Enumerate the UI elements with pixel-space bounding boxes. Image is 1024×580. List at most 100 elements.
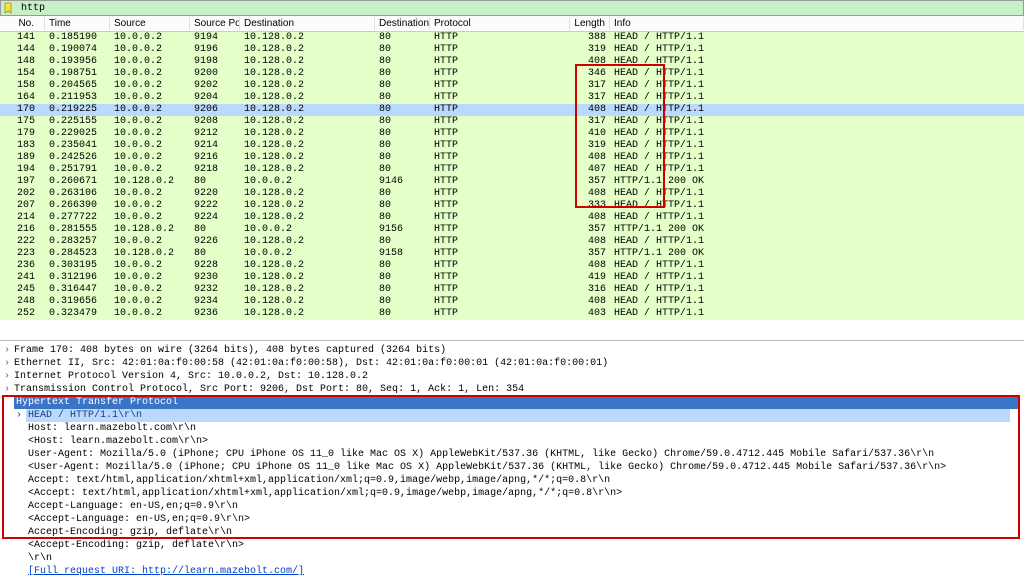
cell-proto: HTTP <box>430 248 570 260</box>
packet-row[interactable]: 1440.19007410.0.0.2919610.128.0.280HTTP3… <box>0 44 1024 56</box>
tree-http[interactable]: ⌄Hypertext Transfer Protocol <box>4 396 1020 409</box>
cell-dst: 10.128.0.2 <box>240 152 375 164</box>
col-proto[interactable]: Protocol <box>430 17 570 30</box>
cell-info: HEAD / HTTP/1.1 <box>610 104 1024 116</box>
col-no[interactable]: No. <box>0 17 45 30</box>
cell-sport: 9230 <box>190 272 240 284</box>
packet-row[interactable]: 1940.25179110.0.0.2921810.128.0.280HTTP4… <box>0 164 1024 176</box>
cell-sport: 80 <box>190 176 240 188</box>
packet-details-pane[interactable]: ›Frame 170: 408 bytes on wire (3264 bits… <box>0 342 1024 580</box>
cell-dst: 10.0.0.2 <box>240 176 375 188</box>
packet-row[interactable]: 1830.23504110.0.0.2921410.128.0.280HTTP3… <box>0 140 1024 152</box>
packet-row[interactable]: 2360.30319510.0.0.2922810.128.0.280HTTP4… <box>0 260 1024 272</box>
cell-info: HEAD / HTTP/1.1 <box>610 308 1024 320</box>
cell-dst: 10.128.0.2 <box>240 200 375 212</box>
packet-row[interactable]: 2520.32347910.0.0.2923610.128.0.280HTTP4… <box>0 308 1024 320</box>
packet-row[interactable]: 1750.22515510.0.0.2920810.128.0.280HTTP3… <box>0 116 1024 128</box>
cell-len: 408 <box>570 236 610 248</box>
cell-time: 0.198751 <box>45 68 110 80</box>
cell-dst: 10.128.0.2 <box>240 188 375 200</box>
packet-row[interactable]: 1790.22902510.0.0.2921210.128.0.280HTTP4… <box>0 128 1024 140</box>
packet-row[interactable]: 1410.18519010.0.0.2919410.128.0.280HTTP3… <box>0 32 1024 44</box>
packet-row[interactable]: 1700.21922510.0.0.2920610.128.0.280HTTP4… <box>0 104 1024 116</box>
cell-src: 10.0.0.2 <box>110 44 190 56</box>
cell-no: 197 <box>0 176 45 188</box>
packet-row[interactable]: 1640.21195310.0.0.2920410.128.0.280HTTP3… <box>0 92 1024 104</box>
cell-info: HEAD / HTTP/1.1 <box>610 296 1024 308</box>
display-filter-input[interactable] <box>19 2 1021 15</box>
cell-time: 0.235041 <box>45 140 110 152</box>
packet-row[interactable]: 1890.24252610.0.0.2921610.128.0.280HTTP4… <box>0 152 1024 164</box>
packet-row[interactable]: 1540.19875110.0.0.2920010.128.0.280HTTP3… <box>0 68 1024 80</box>
packet-row[interactable]: 1580.20456510.0.0.2920210.128.0.280HTTP3… <box>0 80 1024 92</box>
cell-len: 357 <box>570 176 610 188</box>
cell-len: 408 <box>570 188 610 200</box>
packet-list[interactable]: 1410.18519010.0.0.2919410.128.0.280HTTP3… <box>0 32 1024 340</box>
cell-sport: 9196 <box>190 44 240 56</box>
cell-no: 158 <box>0 80 45 92</box>
tree-full-uri[interactable]: [Full request URI: http://learn.mazebolt… <box>4 565 1020 578</box>
cell-len: 357 <box>570 224 610 236</box>
cell-dst: 10.128.0.2 <box>240 44 375 56</box>
col-source[interactable]: Source <box>110 17 190 30</box>
cell-len: 408 <box>570 56 610 68</box>
cell-no: 223 <box>0 248 45 260</box>
packet-row[interactable]: 1480.19395610.0.0.2919810.128.0.280HTTP4… <box>0 56 1024 68</box>
packet-row[interactable]: 2410.31219610.0.0.2923010.128.0.280HTTP4… <box>0 272 1024 284</box>
packet-row[interactable]: 2140.27772210.0.0.2922410.128.0.280HTTP4… <box>0 212 1024 224</box>
cell-sport: 9234 <box>190 296 240 308</box>
cell-info: HEAD / HTTP/1.1 <box>610 80 1024 92</box>
cell-len: 317 <box>570 116 610 128</box>
tree-eth[interactable]: ›Ethernet II, Src: 42:01:0a:f0:00:58 (42… <box>4 357 1020 370</box>
col-dest[interactable]: Destination <box>240 17 375 30</box>
cell-dport: 9146 <box>375 176 430 188</box>
tree-tcp[interactable]: ›Transmission Control Protocol, Src Port… <box>4 383 1020 396</box>
tree-ua[interactable]: User-Agent: Mozilla/5.0 (iPhone; CPU iPh… <box>4 448 1020 461</box>
packet-row[interactable]: 2070.26639010.0.0.2922210.128.0.280HTTP3… <box>0 200 1024 212</box>
cell-proto: HTTP <box>430 308 570 320</box>
col-sport[interactable]: Source Port <box>190 17 240 30</box>
tree-accept-enc[interactable]: Accept-Encoding: gzip, deflate\r\n <box>4 526 1020 539</box>
tree-ip[interactable]: ›Internet Protocol Version 4, Src: 10.0.… <box>4 370 1020 383</box>
cell-no: 248 <box>0 296 45 308</box>
cell-info: HEAD / HTTP/1.1 <box>610 56 1024 68</box>
cell-proto: HTTP <box>430 152 570 164</box>
tree-request-line[interactable]: ›HEAD / HTTP/1.1\r\n <box>4 409 1020 422</box>
cell-info: HEAD / HTTP/1.1 <box>610 284 1024 296</box>
cell-len: 316 <box>570 284 610 296</box>
cell-sport: 9206 <box>190 104 240 116</box>
cell-no: 207 <box>0 200 45 212</box>
cell-len: 319 <box>570 44 610 56</box>
cell-info: HEAD / HTTP/1.1 <box>610 164 1024 176</box>
packet-list-header[interactable]: No. Time Source Source Port Destination … <box>0 16 1024 32</box>
col-dport[interactable]: Destination Port <box>375 17 430 30</box>
cell-proto: HTTP <box>430 44 570 56</box>
cell-info: HEAD / HTTP/1.1 <box>610 92 1024 104</box>
cell-time: 0.225155 <box>45 116 110 128</box>
cell-time: 0.219225 <box>45 104 110 116</box>
tree-frame[interactable]: ›Frame 170: 408 bytes on wire (3264 bits… <box>4 344 1020 357</box>
bookmark-icon <box>3 2 15 14</box>
cell-info: HEAD / HTTP/1.1 <box>610 116 1024 128</box>
cell-sport: 9198 <box>190 56 240 68</box>
cell-proto: HTTP <box>430 68 570 80</box>
cell-len: 408 <box>570 212 610 224</box>
packet-row[interactable]: 1970.26067110.128.0.28010.0.0.29146HTTP3… <box>0 176 1024 188</box>
display-filter-bar[interactable] <box>0 0 1024 16</box>
packet-row[interactable]: 2220.28325710.0.0.2922610.128.0.280HTTP4… <box>0 236 1024 248</box>
cell-dport: 80 <box>375 68 430 80</box>
packet-row[interactable]: 2480.31965610.0.0.2923410.128.0.280HTTP4… <box>0 296 1024 308</box>
tree-accept-lang[interactable]: Accept-Language: en-US,en;q=0.9\r\n <box>4 500 1020 513</box>
tree-host[interactable]: Host: learn.mazebolt.com\r\n <box>4 422 1020 435</box>
cell-dport: 9158 <box>375 248 430 260</box>
packet-row[interactable]: 2450.31644710.0.0.2923210.128.0.280HTTP3… <box>0 284 1024 296</box>
packet-row[interactable]: 2230.28452310.128.0.28010.0.0.29158HTTP3… <box>0 248 1024 260</box>
packet-row[interactable]: 2160.28155510.128.0.28010.0.0.29156HTTP3… <box>0 224 1024 236</box>
cell-time: 0.316447 <box>45 284 110 296</box>
cell-dst: 10.0.0.2 <box>240 248 375 260</box>
col-info[interactable]: Info <box>610 17 1024 30</box>
col-len[interactable]: Length <box>570 17 610 30</box>
col-time[interactable]: Time <box>45 17 110 30</box>
packet-row[interactable]: 2020.26310610.0.0.2922010.128.0.280HTTP4… <box>0 188 1024 200</box>
tree-accept[interactable]: Accept: text/html,application/xhtml+xml,… <box>4 474 1020 487</box>
